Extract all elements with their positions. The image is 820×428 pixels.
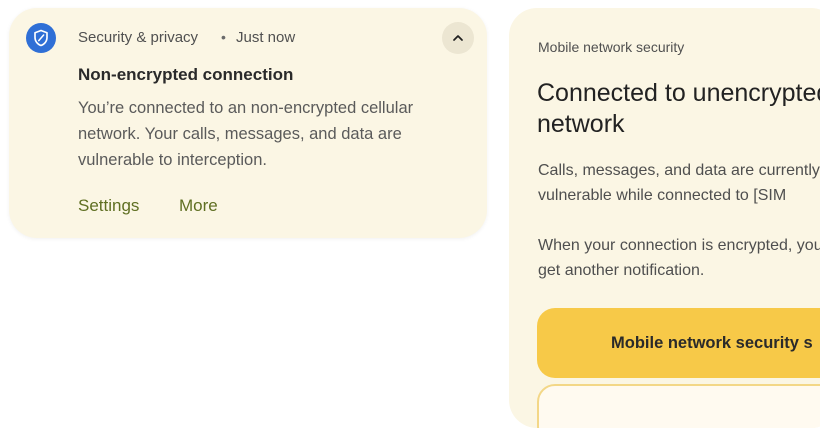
panel-title: Connected to unencrypted network [537,79,820,138]
notification-timestamp: Just now [236,29,296,46]
settings-action-button[interactable]: Settings [78,196,139,216]
primary-button-label: Mobile network security s [611,333,813,352]
secondary-button[interactable] [537,384,820,428]
notification-card[interactable]: Security & privacy • Just now Non-encryp… [9,8,487,238]
panel-encryption-note: When your connection is encrypted, you'l… [538,237,820,279]
mobile-network-security-panel: Mobile network security Connected to une… [509,8,820,428]
mobile-network-security-settings-button[interactable]: Mobile network security s [537,308,820,378]
panel-description: Calls, messages, and data are currently … [538,162,820,204]
collapse-button[interactable] [442,22,474,54]
shield-icon [26,23,56,53]
panel-header: Mobile network security [538,39,685,55]
chevron-up-icon [450,30,466,46]
more-action-button[interactable]: More [179,196,218,216]
notification-title: Non-encrypted connection [78,65,294,84]
header-separator: • [221,29,226,45]
notification-app-name: Security & privacy [78,29,199,46]
notification-body: You’re connected to an non-encrypted cel… [78,99,414,169]
